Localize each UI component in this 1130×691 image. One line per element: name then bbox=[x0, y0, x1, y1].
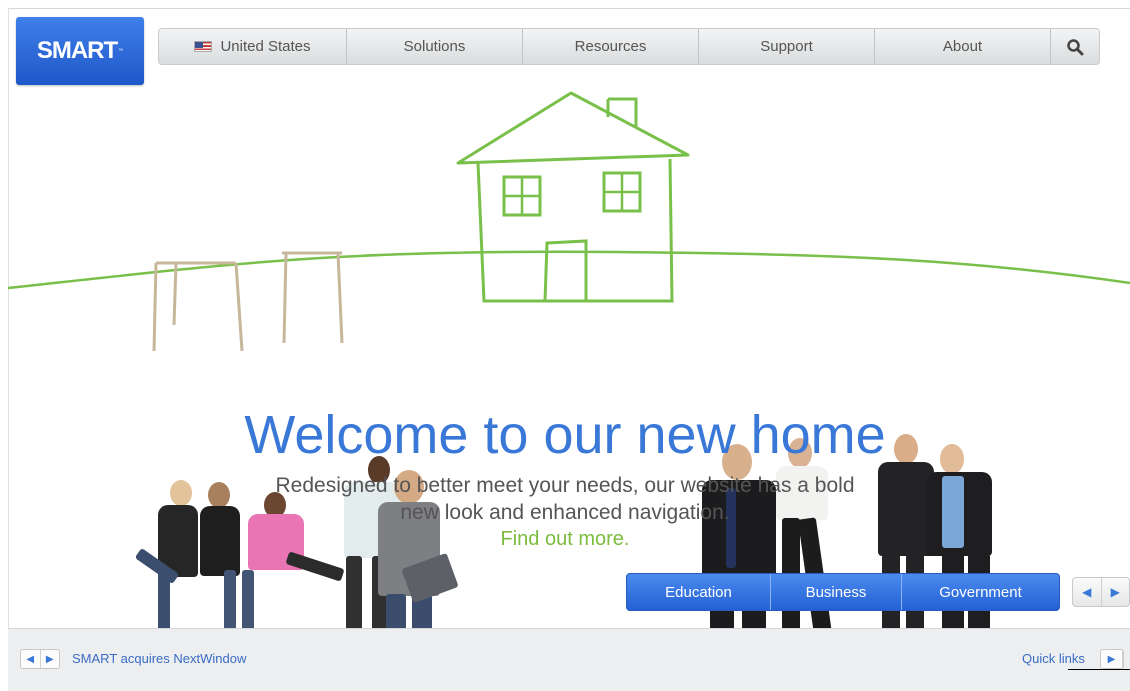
hero-illustration bbox=[7, 85, 1130, 691]
logo-text: SMART bbox=[36, 37, 118, 64]
cursor-underline bbox=[1068, 669, 1130, 670]
us-flag-icon bbox=[194, 41, 213, 52]
logo-trademark: ™ bbox=[118, 48, 124, 54]
nav-about[interactable]: About bbox=[875, 29, 1051, 64]
hero-subline-1: Redesigned to better meet your needs, ou… bbox=[275, 474, 855, 497]
nav-support[interactable]: Support bbox=[699, 29, 875, 64]
quick-links-expand-button[interactable]: ▶ bbox=[1100, 649, 1124, 669]
nav-country-selector[interactable]: United States bbox=[159, 29, 347, 64]
carousel-controls: ◀ ▶ bbox=[1072, 577, 1130, 607]
smart-logo[interactable]: SMART ™ bbox=[16, 17, 144, 85]
segment-government-button[interactable]: Government bbox=[902, 574, 1059, 610]
footer-bar: ◀ ▶ SMART acquires NextWindow Quick link… bbox=[8, 628, 1130, 691]
house-line-drawing bbox=[7, 91, 1130, 352]
quick-links-arrow-wrap: ▶ bbox=[1101, 650, 1123, 668]
nav-country-label: United States bbox=[220, 38, 311, 55]
nav-solutions[interactable]: Solutions bbox=[347, 29, 523, 64]
nav-solutions-label: Solutions bbox=[403, 38, 466, 55]
search-icon bbox=[1067, 38, 1084, 55]
quick-links-toggle[interactable]: Quick links bbox=[1022, 651, 1085, 666]
news-prev-button[interactable]: ◀ bbox=[21, 650, 41, 668]
segment-education-button[interactable]: Education bbox=[627, 574, 771, 610]
hero-headline: Welcome to our new home bbox=[244, 405, 886, 465]
nav-resources[interactable]: Resources bbox=[523, 29, 699, 64]
carousel-prev-button[interactable]: ◀ bbox=[1073, 578, 1102, 606]
news-left-arrow-icon: ◀ bbox=[26, 653, 35, 665]
quick-links-arrow-icon: ▶ bbox=[1107, 653, 1116, 665]
right-arrow-icon: ▶ bbox=[1110, 585, 1120, 599]
carousel-next-button[interactable]: ▶ bbox=[1102, 578, 1130, 606]
news-right-arrow-icon: ▶ bbox=[45, 653, 54, 665]
nav-support-label: Support bbox=[760, 38, 813, 55]
main-navigation: United States Solutions Resources Suppor… bbox=[158, 28, 1100, 65]
news-ticker-controls: ◀ ▶ bbox=[20, 649, 60, 669]
left-arrow-icon: ◀ bbox=[1082, 585, 1092, 599]
nav-about-label: About bbox=[942, 38, 983, 55]
news-headline-link[interactable]: SMART acquires NextWindow bbox=[72, 651, 246, 666]
segment-business-button[interactable]: Business bbox=[771, 574, 902, 610]
search-button[interactable] bbox=[1051, 29, 1099, 64]
nav-resources-label: Resources bbox=[574, 38, 647, 55]
audience-segment-tabs: Education Business Government bbox=[626, 573, 1060, 611]
hero-subline-2: new look and enhanced navigation. bbox=[400, 501, 730, 524]
news-next-button[interactable]: ▶ bbox=[41, 650, 60, 668]
find-out-more-link[interactable]: Find out more. bbox=[0, 528, 1130, 551]
